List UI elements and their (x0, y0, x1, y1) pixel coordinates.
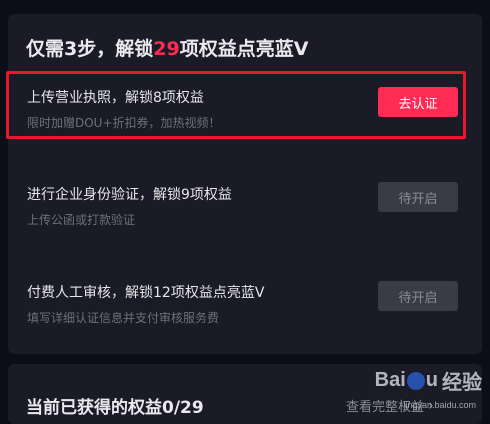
paw-icon (406, 371, 425, 390)
step-manual-review: 付费人工审核，解锁12项权益点亮蓝V 填写详细认证信息并支付审核服务费 待开启 (8, 266, 482, 336)
step-title: 进行企业身份验证，解锁9项权益 (27, 187, 232, 203)
baidu-jingyan-watermark: Bai u 经验 (375, 366, 482, 395)
step-subtitle: 上传公函或打款验证 (27, 213, 136, 227)
step-title: 付费人工审核，解锁12项权益点亮蓝V (27, 285, 265, 301)
verify-button[interactable]: 去认证 (378, 87, 458, 117)
pending-button[interactable]: 待开启 (378, 182, 458, 212)
title-prefix: 仅需3步，解锁 (26, 38, 154, 60)
pending-button[interactable]: 待开启 (378, 281, 458, 311)
watermark-url: jingyan.baidu.com (403, 400, 476, 410)
baidu-logo: Bai u (374, 369, 438, 391)
benefit-count: 29 (153, 38, 180, 60)
jingyan-label: 经验 (442, 370, 482, 394)
step-upload-license: 上传营业执照，解锁8项权益 限时加赠DOU+折扣券，加热视频！ 去认证 (6, 71, 482, 141)
step-subtitle: 填写详细认证信息并支付审核服务费 (27, 311, 220, 325)
step-subtitle: 限时加赠DOU+折扣券，加热视频！ (27, 116, 221, 130)
benefits-progress: 当前已获得的权益0/29 (26, 398, 204, 418)
page-title: 仅需3步，解锁29项权益点亮蓝V (26, 34, 308, 61)
step-title: 上传营业执照，解锁8项权益 (27, 90, 204, 106)
title-suffix: 项权益点亮蓝V (179, 38, 309, 60)
step-identity-verification: 进行企业身份验证，解锁9项权益 上传公函或打款验证 待开启 (8, 168, 482, 238)
